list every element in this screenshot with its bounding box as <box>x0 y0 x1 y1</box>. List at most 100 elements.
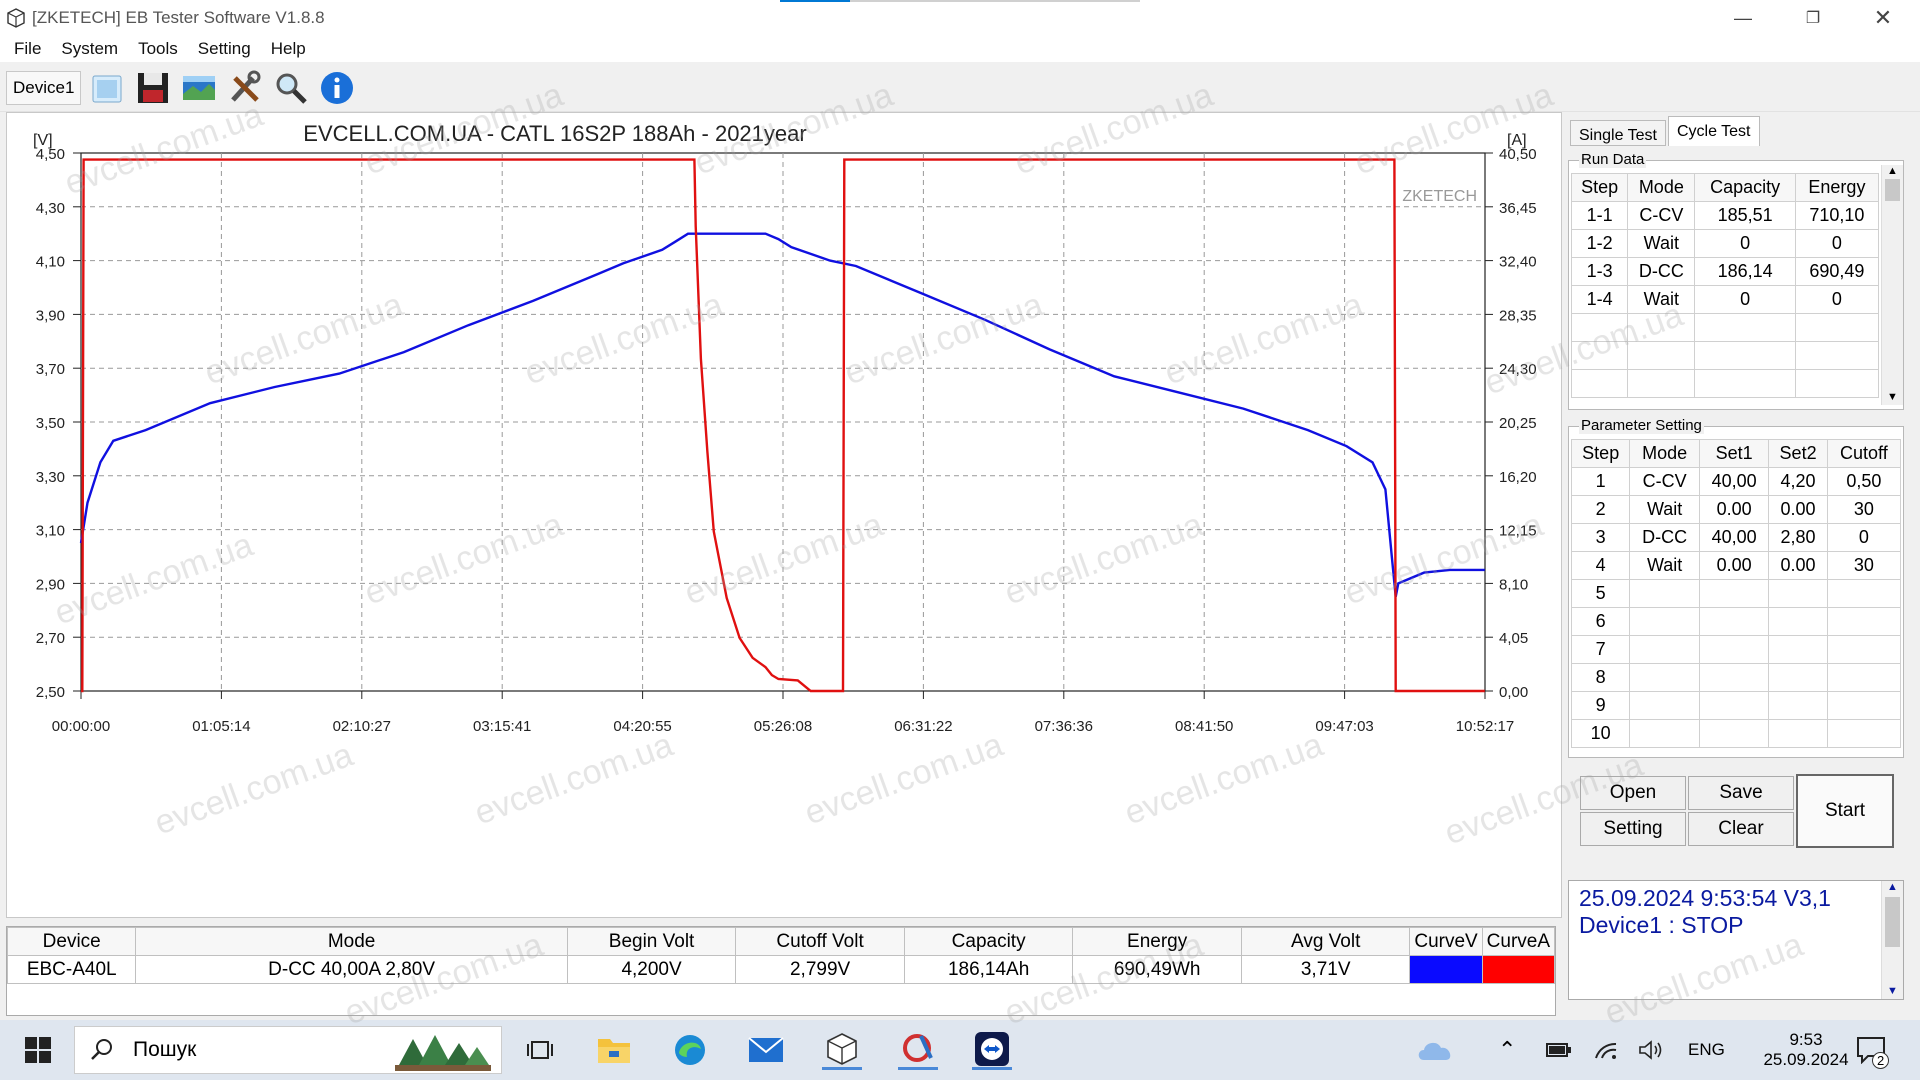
taskbar-search[interactable]: Пошук <box>74 1026 502 1074</box>
tab-single-test[interactable]: Single Test <box>1570 120 1666 146</box>
param-row[interactable]: 2 Wait 0.00 0.00 30 <box>1570 495 1902 524</box>
summary-header-row: Device Mode Begin Volt Cutoff Volt Capacity E… <box>6 927 1556 956</box>
open-button[interactable]: Open <box>1580 776 1686 810</box>
minimize-button[interactable]: — <box>1708 0 1778 36</box>
curve-a-color-swatch[interactable] <box>1481 955 1556 984</box>
folder-icon <box>598 1039 630 1063</box>
run-data-cell <box>1570 369 1629 398</box>
status-scroll-up-icon[interactable]: ▲ <box>1882 881 1903 893</box>
param-row[interactable]: 7 <box>1570 635 1902 664</box>
param-cell <box>1826 691 1902 720</box>
tray-overflow[interactable]: ⌃ <box>1498 1020 1516 1080</box>
tray-clock[interactable]: 9:53 25.09.2024 <box>1756 1020 1856 1080</box>
x-axis-ticks: 00:00:00 01:05:14 02:10:27 03:15:41 04:20:55… <box>52 691 1514 735</box>
info-button[interactable] <box>317 68 357 108</box>
status-scrollbar[interactable]: ▲ ▼ <box>1881 881 1903 999</box>
run-data-row[interactable]: 1-2 Wait 0 0 <box>1570 229 1880 258</box>
param-row[interactable]: 9 <box>1570 691 1902 720</box>
save-settings-button[interactable]: Save <box>1688 776 1794 810</box>
restore-button[interactable]: ❐ <box>1778 0 1848 36</box>
status-scroll-thumb[interactable] <box>1885 897 1900 947</box>
param-cell <box>1698 663 1770 692</box>
run-data-row[interactable]: 1-4 Wait 0 0 <box>1570 285 1880 314</box>
scroll-up-icon[interactable]: ▲ <box>1882 165 1903 177</box>
param-row[interactable]: 10 <box>1570 719 1902 748</box>
run-data-cell <box>1627 313 1696 342</box>
tray-wifi[interactable] <box>1594 1020 1618 1080</box>
summary-header-cell: CurveV <box>1409 927 1483 956</box>
setting-button[interactable]: Setting <box>1580 812 1686 846</box>
taskbar-eb-tester[interactable] <box>822 1030 862 1070</box>
search-placeholder: Пошук <box>133 1038 197 1061</box>
param-cell: 0.00 <box>1698 495 1770 524</box>
param-cell <box>1629 607 1700 636</box>
param-row[interactable]: 5 <box>1570 579 1902 608</box>
close-button[interactable]: ✕ <box>1848 0 1918 36</box>
start-menu-button[interactable] <box>18 1030 58 1070</box>
param-row[interactable]: 8 <box>1570 663 1902 692</box>
param-row[interactable]: 1 C-CV 40,00 4,20 0,50 <box>1570 467 1902 496</box>
param-cell: 40,00 <box>1698 467 1770 496</box>
scroll-down-icon[interactable]: ▼ <box>1882 391 1903 403</box>
parameter-table: Step Mode Set1 Set2 Cutoff 1 C-CV 40,00 4,20 0,50… <box>1570 439 1902 748</box>
tray-volume[interactable] <box>1638 1020 1664 1080</box>
param-cell: 30 <box>1826 551 1902 580</box>
tray-onedrive[interactable] <box>1416 1020 1456 1080</box>
taskbar-edge[interactable] <box>670 1030 710 1070</box>
export-image-button[interactable] <box>179 68 219 108</box>
open-folder-button[interactable] <box>87 68 127 108</box>
run-data-cell: Wait <box>1627 229 1696 258</box>
run-data-table-wrap: Step Mode Capacity Energy 1-1 C-CV 185,51 710,1… <box>1570 173 1880 398</box>
tools-button[interactable] <box>225 68 265 108</box>
run-data-cell: C-CV <box>1627 201 1696 230</box>
curve-v-color-swatch[interactable] <box>1409 955 1483 984</box>
menu-help[interactable]: Help <box>261 39 316 59</box>
scroll-thumb[interactable] <box>1885 179 1900 201</box>
menu-tools[interactable]: Tools <box>128 39 188 59</box>
search-button[interactable] <box>271 68 311 108</box>
param-cell <box>1826 719 1902 748</box>
summary-cell: 186,14Ah <box>903 955 1074 984</box>
run-data-cell: 1-2 <box>1570 229 1629 258</box>
tray-language[interactable]: ENG <box>1688 1020 1725 1080</box>
run-data-cell: 185,51 <box>1694 201 1796 230</box>
menu-setting[interactable]: Setting <box>188 39 261 59</box>
open-folder-icon <box>92 75 122 102</box>
param-row[interactable]: 3 D-CC 40,00 2,80 0 <box>1570 523 1902 552</box>
save-icon <box>138 72 169 103</box>
chart-panel: EVCELL.COM.UA - CATL 16S2P 188Ah - 2021y… <box>6 112 1562 918</box>
param-cell: 4 <box>1570 551 1631 580</box>
clear-button[interactable]: Clear <box>1688 812 1794 846</box>
taskbar-paint-app[interactable] <box>898 1030 938 1070</box>
param-cell: Wait <box>1629 551 1700 580</box>
tray-notifications[interactable]: 2 <box>1856 1020 1890 1080</box>
chevron-up-icon: ⌃ <box>1498 1037 1517 1062</box>
param-cell <box>1629 663 1700 692</box>
start-button[interactable]: Start <box>1796 774 1894 848</box>
menu-system[interactable]: System <box>51 39 128 59</box>
param-row[interactable]: 4 Wait 0.00 0.00 30 <box>1570 551 1902 580</box>
tray-battery[interactable] <box>1546 1020 1572 1080</box>
left-tick-label: 3,70 <box>36 361 65 378</box>
chart-title: EVCELL.COM.UA - CATL 16S2P 188Ah - 2021y… <box>303 121 806 146</box>
x-tick-label: 09:47:03 <box>1315 718 1373 735</box>
summary-header-cell: Avg Volt <box>1240 927 1411 956</box>
save-button[interactable] <box>133 68 173 108</box>
run-data-header-row: Step Mode Capacity Energy <box>1570 173 1880 202</box>
tab-cycle-test[interactable]: Cycle Test <box>1667 116 1760 146</box>
param-cell: 9 <box>1570 691 1631 720</box>
taskbar-explorer[interactable] <box>594 1030 634 1070</box>
run-data-scrollbar[interactable]: ▲ ▼ <box>1881 165 1903 405</box>
menu-file[interactable]: File <box>4 39 51 59</box>
run-data-row[interactable]: 1-1 C-CV 185,51 710,10 <box>1570 201 1880 230</box>
device-tab[interactable]: Device1 <box>6 70 82 105</box>
task-view-button[interactable] <box>520 1030 560 1070</box>
param-cell: 8 <box>1570 663 1631 692</box>
taskbar-mail[interactable] <box>746 1030 786 1070</box>
param-row[interactable]: 6 <box>1570 607 1902 636</box>
taskbar-teamviewer[interactable] <box>972 1030 1012 1070</box>
status-datetime-version: 25.09.2024 9:53:54 V3,1 <box>1579 885 1831 911</box>
status-scroll-down-icon[interactable]: ▼ <box>1882 985 1903 997</box>
run-data-empty-row <box>1570 313 1880 342</box>
run-data-row[interactable]: 1-3 D-CC 186,14 690,49 <box>1570 257 1880 286</box>
